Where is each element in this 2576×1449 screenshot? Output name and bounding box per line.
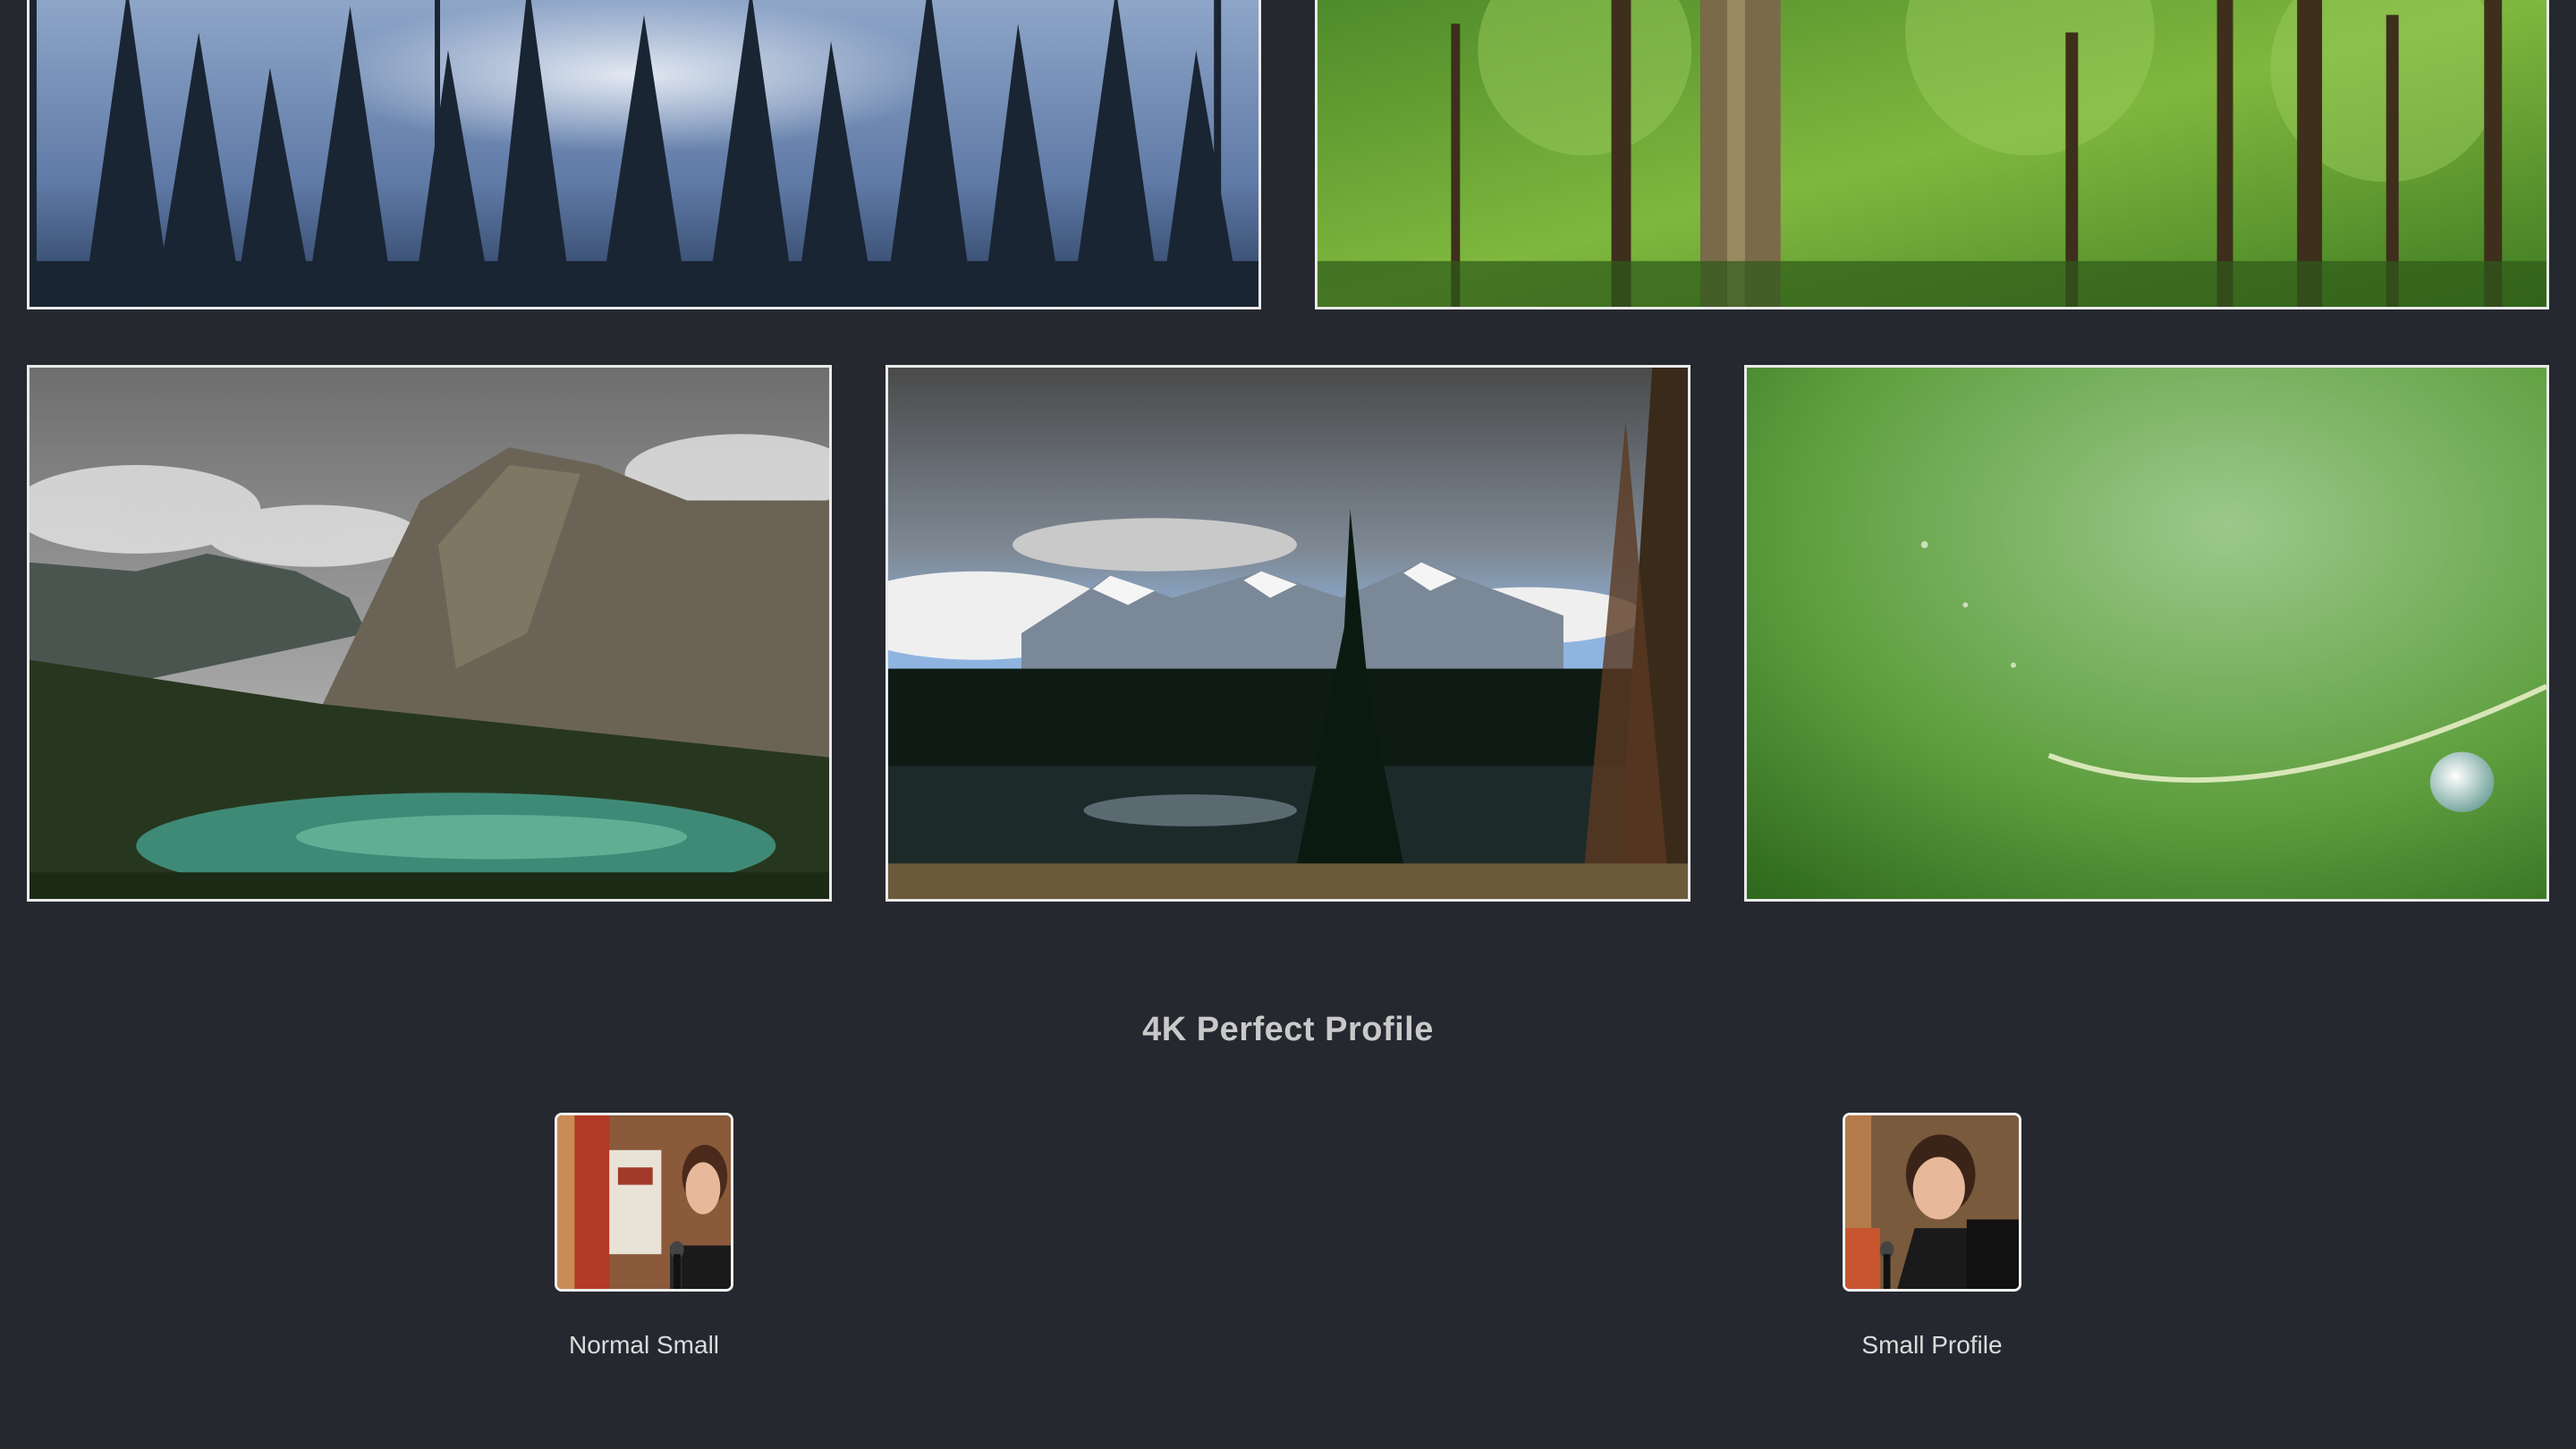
mountain-lake-photo[interactable] bbox=[27, 365, 832, 902]
dewdrop-macro-image bbox=[1747, 368, 2546, 899]
small-profile-avatar[interactable] bbox=[1843, 1113, 2021, 1292]
normal-small-avatar[interactable] bbox=[555, 1113, 733, 1292]
forest-silhouette-photo[interactable] bbox=[27, 0, 1261, 309]
profile-section-title: 4K Perfect Profile bbox=[1142, 1011, 1434, 1048]
mountain-lake-image bbox=[30, 368, 829, 899]
normal-small-caption: Normal Small bbox=[568, 1331, 720, 1359]
woman-with-microphone-image bbox=[1845, 1115, 2019, 1289]
dewdrop-macro-photo[interactable] bbox=[1744, 365, 2549, 902]
forest-silhouette-image bbox=[30, 0, 1258, 307]
small-profile-caption: Small Profile bbox=[1861, 1331, 2003, 1359]
woman-with-microphone-image bbox=[557, 1115, 731, 1289]
snowy-mountains-photo[interactable] bbox=[886, 365, 1690, 902]
green-forest-image bbox=[1318, 0, 2546, 307]
green-forest-photo[interactable] bbox=[1315, 0, 2549, 309]
snowy-mountains-image bbox=[888, 368, 1688, 899]
